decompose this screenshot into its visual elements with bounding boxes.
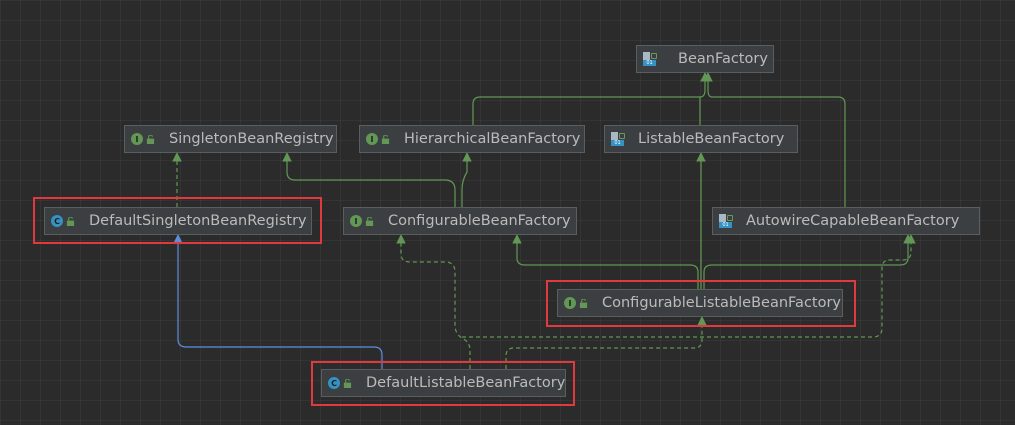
node-label: AutowireCapableBeanFactory — [746, 213, 960, 229]
library-interface-icon: 01 — [643, 52, 658, 66]
highlight-default-listable-bean-factory — [311, 361, 575, 406]
node-configurable-bean-factory[interactable]: I ConfigurableBeanFactory — [343, 207, 577, 235]
node-label: ConfigurableBeanFactory — [388, 213, 571, 229]
unlock-icon — [365, 216, 374, 226]
interface-icon: I — [131, 133, 143, 145]
interface-icon: I — [350, 215, 362, 227]
interface-icon: I — [366, 133, 378, 145]
unlock-icon — [381, 134, 390, 144]
node-bean-factory[interactable]: 01 BeanFactory — [636, 45, 774, 73]
edge-configurable-to-hierarchical — [461, 152, 472, 207]
node-listable-bean-factory[interactable]: 01 ListableBeanFactory — [604, 125, 798, 153]
library-interface-icon: 01 — [611, 132, 626, 146]
node-singleton-bean-registry[interactable]: I SingletonBeanRegistry — [124, 125, 337, 153]
node-autowire-capable-bean-factory[interactable]: 01 AutowireCapableBeanFactory — [712, 207, 980, 235]
edge-hierarchical-to-beanfactory — [472, 72, 710, 125]
highlight-default-singleton-bean-registry — [33, 197, 322, 244]
edge-deflistable-implements-configurable — [396, 234, 471, 369]
node-label: SingletonBeanRegistry — [169, 131, 334, 147]
node-label: BeanFactory — [678, 51, 768, 67]
highlight-configurable-listable-bean-factory — [546, 280, 856, 327]
unlock-icon — [146, 134, 155, 144]
node-label: ListableBeanFactory — [638, 131, 785, 147]
library-interface-icon: 01 — [719, 214, 734, 228]
node-hierarchical-bean-factory[interactable]: I HierarchicalBeanFactory — [359, 125, 585, 153]
edge-deflistable-extends-defsingleton — [173, 234, 383, 369]
node-label: HierarchicalBeanFactory — [404, 131, 581, 147]
